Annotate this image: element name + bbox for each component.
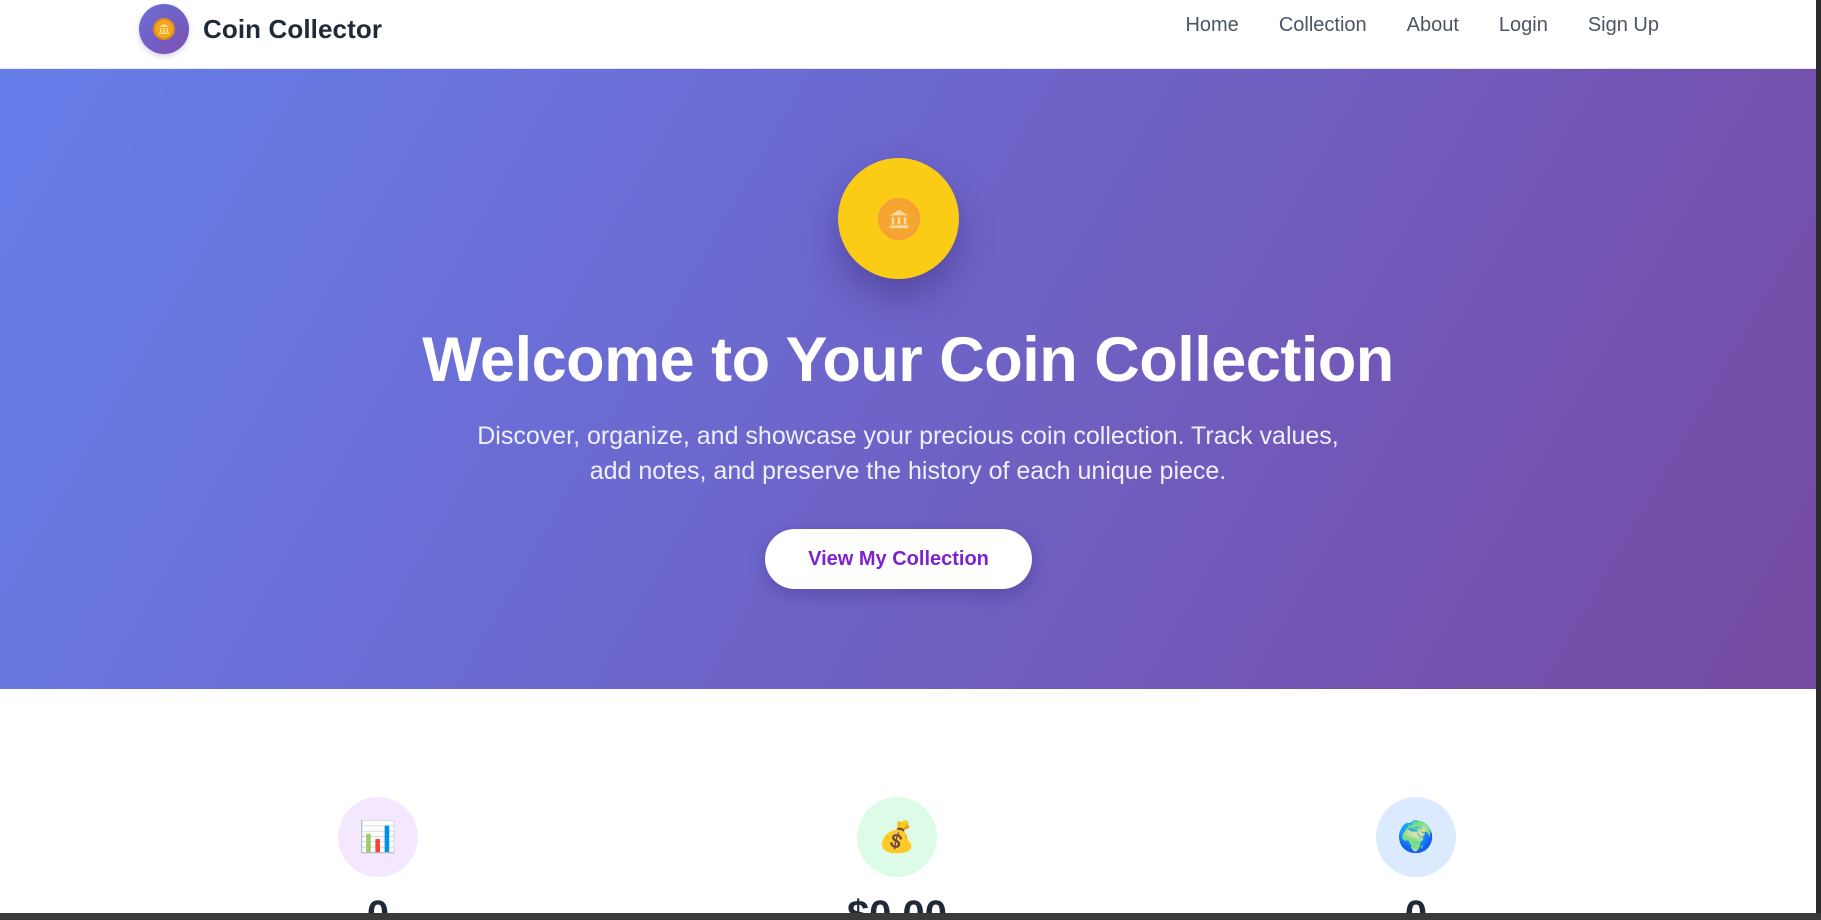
window-bottom-edge <box>0 913 1821 920</box>
hero-title: Welcome to Your Coin Collection <box>422 325 1394 395</box>
nav-about-link[interactable]: About <box>1407 14 1459 37</box>
bar-chart-icon: 📊 <box>338 797 418 877</box>
view-collection-button[interactable]: View My Collection <box>765 529 1032 589</box>
brand[interactable]: Coin Collector <box>139 4 382 54</box>
globe-icon: 🌍 <box>1376 797 1456 877</box>
nav-home-link[interactable]: Home <box>1185 14 1238 37</box>
page: Coin Collector Home Collection About Log… <box>0 0 1816 913</box>
bank-coin-icon <box>139 4 189 54</box>
money-bag-icon: 💰 <box>857 797 937 877</box>
stats-section: 📊 0 💰 $0.00 🌍 0 <box>0 689 1816 913</box>
hero-section: Welcome to Your Coin Collection Discover… <box>0 69 1816 689</box>
stat-value: 0 <box>278 893 478 913</box>
hero-subtitle: Discover, organize, and showcase your pr… <box>477 422 1339 485</box>
stat-card: 📊 0 <box>338 797 418 913</box>
scrollbar-thumb[interactable] <box>1816 0 1821 913</box>
nav-collection-link[interactable]: Collection <box>1279 14 1367 37</box>
stat-card: 💰 $0.00 <box>847 797 947 913</box>
bank-coin-icon <box>838 158 959 279</box>
nav-login-link[interactable]: Login <box>1499 14 1548 37</box>
brand-name: Coin Collector <box>203 13 383 44</box>
nav-signup-link[interactable]: Sign Up <box>1588 14 1659 37</box>
navbar: Coin Collector Home Collection About Log… <box>0 0 1816 69</box>
stat-card: 🌍 0 <box>1376 797 1456 913</box>
main-nav: Home Collection About Login Sign Up <box>1185 14 1659 37</box>
stat-value: $0.00 <box>797 893 997 913</box>
stat-value: 0 <box>1316 893 1516 913</box>
